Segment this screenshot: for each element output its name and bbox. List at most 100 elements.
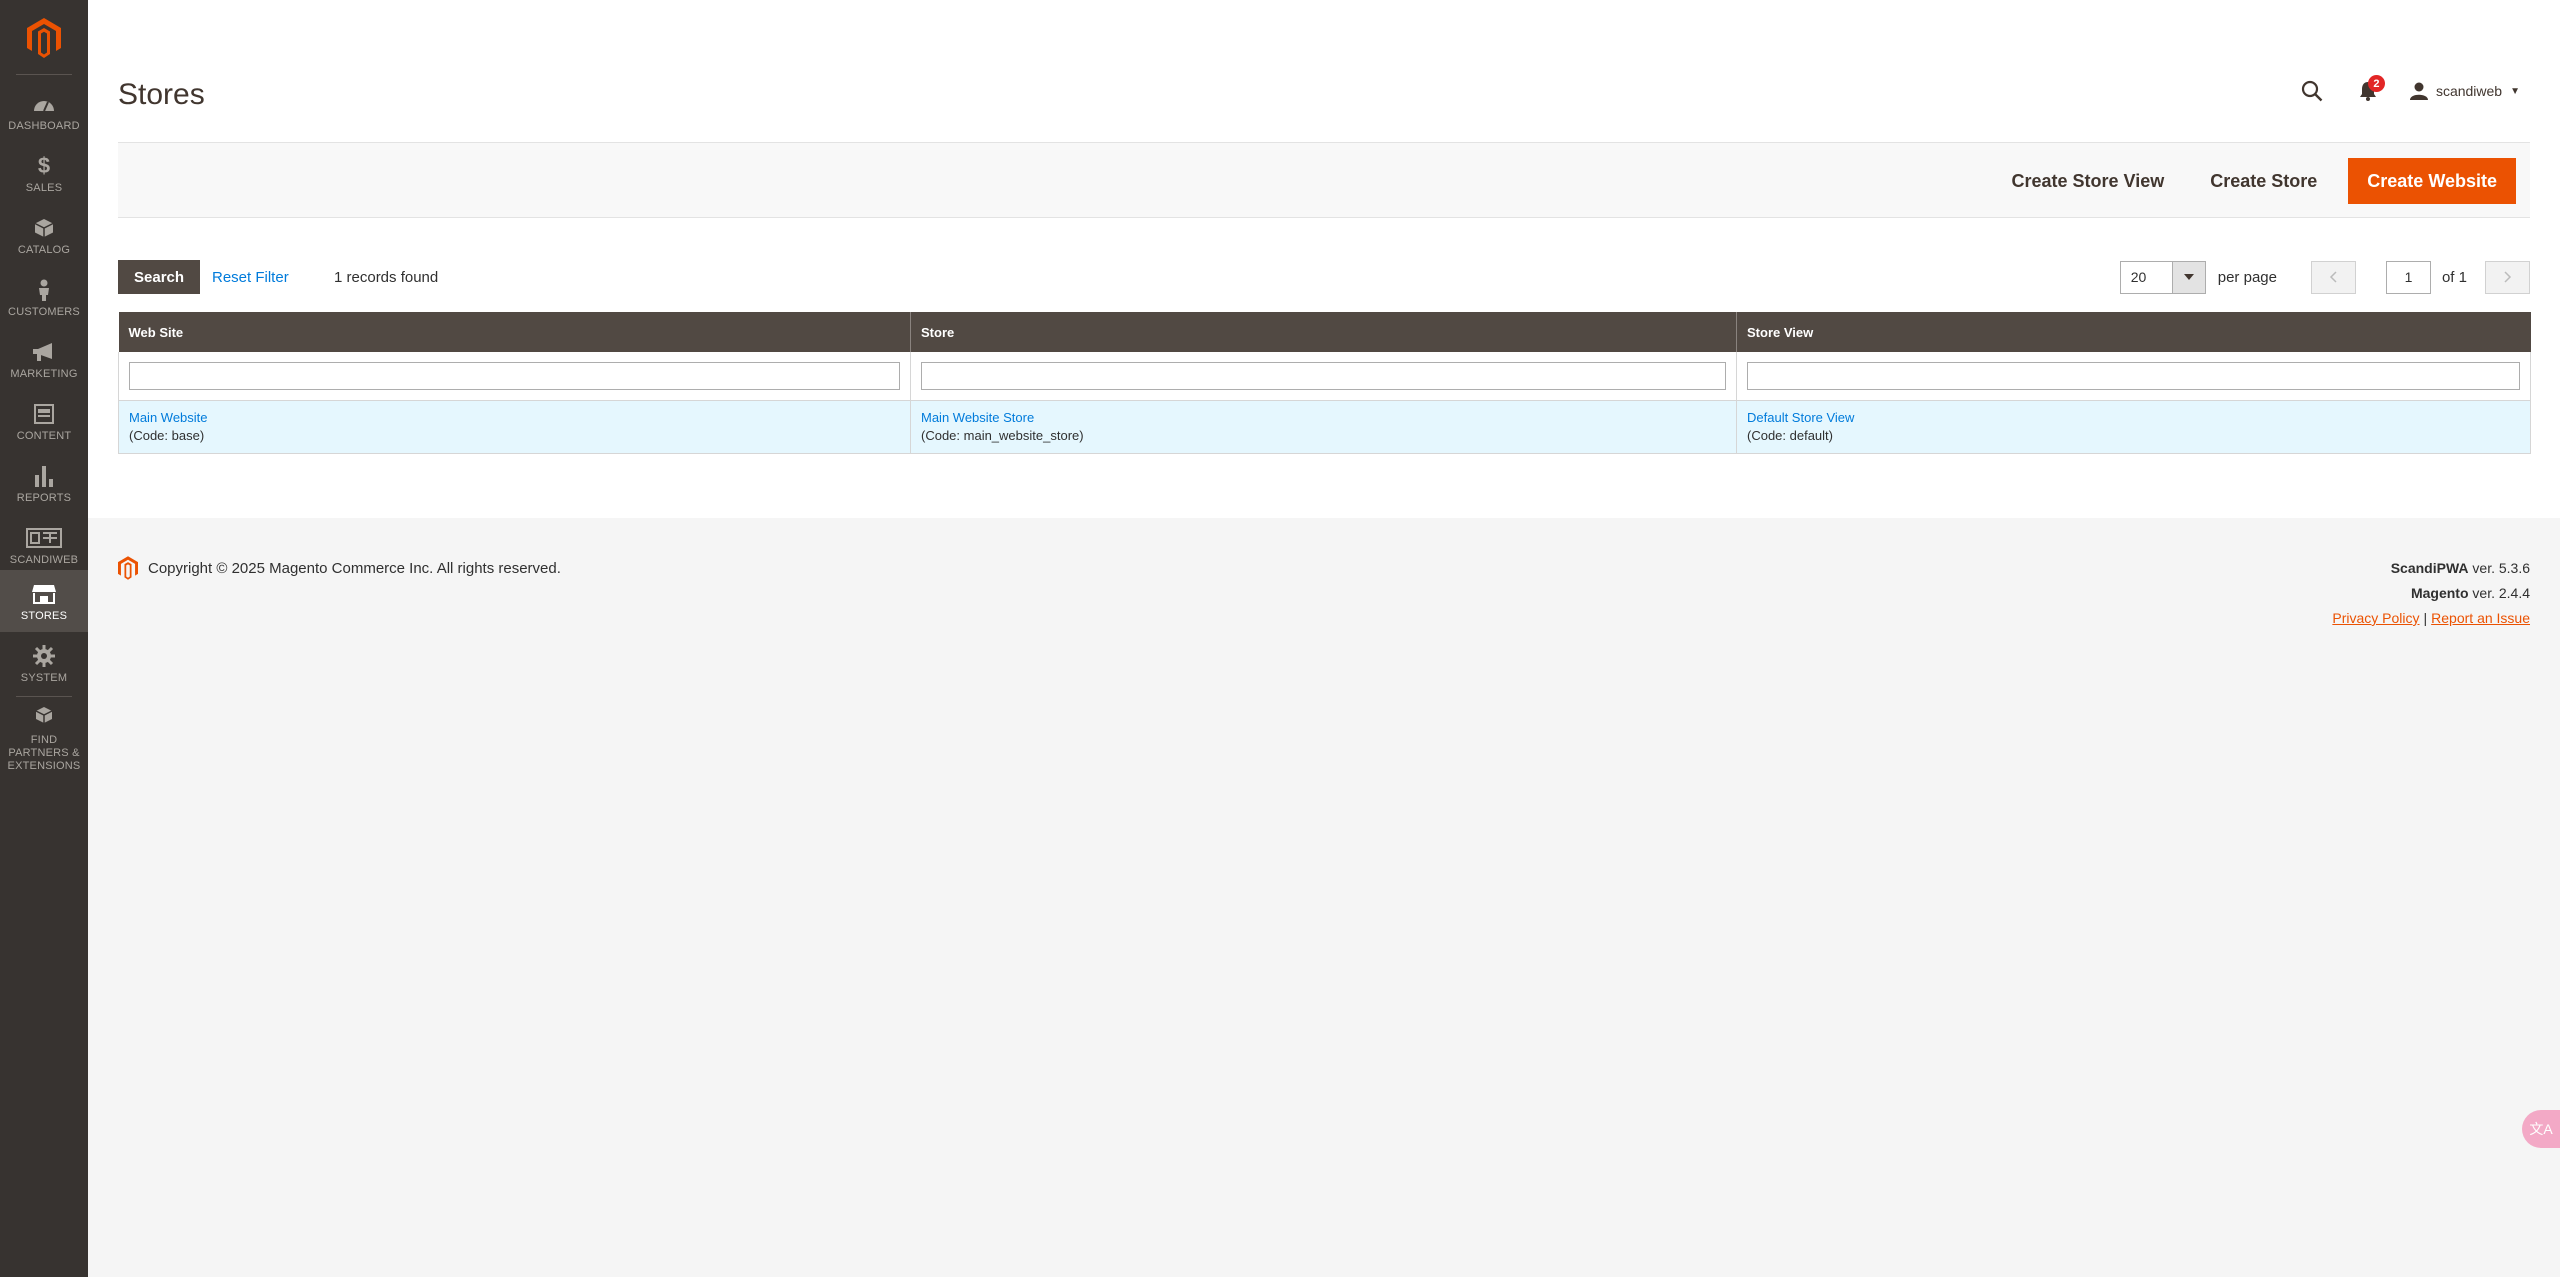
page-title: Stores — [118, 78, 205, 111]
page-actions-bar: Create Store View Create Store Create We… — [118, 142, 2530, 218]
magento-logo-icon — [118, 556, 138, 580]
next-page-button[interactable] — [2485, 260, 2530, 294]
copyright: Copyright © 2025 Magento Commerce Inc. A… — [118, 556, 561, 580]
sidebar-item-label: Customers — [8, 305, 80, 318]
per-page-select[interactable]: 20 — [2119, 260, 2206, 294]
sidebar-item-label: Reports — [16, 491, 72, 504]
dashboard-icon — [33, 90, 55, 118]
cube-icon — [34, 214, 54, 242]
web-site-cell: Main Website (Code: base) — [118, 399, 911, 454]
store-code: (Code: main_website_store) — [921, 427, 1084, 443]
chevron-left-icon — [2330, 271, 2337, 283]
search-button[interactable]: Search — [118, 260, 201, 294]
magento-version: Magento ver. 2.4.4 — [2332, 581, 2530, 606]
sidebar-item-find-partners[interactable]: Find Partners & Extensions — [0, 700, 88, 776]
filter-cell — [118, 352, 911, 400]
store-view-cell: Default Store View (Code: default) — [1736, 399, 2531, 454]
table-row: Main Website (Code: base) Main Website S… — [118, 399, 2531, 454]
notifications-button[interactable]: 2 — [2346, 75, 2390, 101]
sidebar-item-customers[interactable]: Customers — [0, 266, 88, 328]
sidebar-item-label: ScandiWeb — [9, 553, 79, 566]
report-issue-link[interactable]: Report an Issue — [2431, 610, 2530, 626]
sidebar-item-label: Find Partners & Extensions — [7, 733, 81, 772]
column-header-store[interactable]: Store — [910, 312, 1737, 352]
web-site-link[interactable]: Main Website — [129, 410, 208, 425]
boxes-icon — [32, 704, 56, 732]
sidebar-item-label: Catalog — [17, 243, 71, 256]
sidebar-item-label: Stores — [20, 609, 68, 622]
store-view-code: (Code: default) — [1747, 427, 1833, 443]
copyright-text: Copyright © 2025 Magento Commerce Inc. A… — [148, 559, 561, 577]
sidebar-divider — [16, 696, 72, 697]
filter-cell — [1736, 352, 2531, 400]
privacy-policy-link[interactable]: Privacy Policy — [2332, 610, 2419, 626]
previous-page-button[interactable] — [2310, 260, 2356, 294]
logo-divider — [16, 74, 72, 75]
chevron-down-icon: ▼ — [2510, 85, 2520, 97]
footer-links: Privacy Policy | Report an Issue — [2332, 606, 2530, 631]
scandipwa-name: ScandiPWA — [2390, 560, 2469, 576]
web-site-code: (Code: base) — [129, 427, 205, 443]
sidebar-item-stores[interactable]: Stores — [0, 570, 88, 632]
notification-count-badge: 2 — [2367, 75, 2385, 92]
search-icon — [2301, 80, 2323, 102]
store-link[interactable]: Main Website Store — [921, 410, 1034, 425]
bar-chart-icon — [34, 462, 54, 490]
magento-logo[interactable] — [0, 0, 88, 76]
dollar-icon: $ — [37, 152, 51, 178]
page-number-input[interactable] — [2385, 260, 2431, 294]
per-page-dropdown-toggle[interactable] — [2171, 261, 2205, 293]
sidebar-item-reports[interactable]: Reports — [0, 452, 88, 514]
store-filter-input[interactable] — [921, 361, 1726, 390]
magento-logo-icon — [27, 18, 61, 58]
sidebar-item-catalog[interactable]: Catalog — [0, 204, 88, 266]
magento-name: Magento — [2410, 585, 2469, 601]
reset-filter-link[interactable]: Reset Filter — [212, 260, 289, 294]
records-found-count: 1 records found — [334, 268, 439, 286]
column-header-store-view[interactable]: Store View — [1736, 312, 2531, 352]
sidebar-item-label: System — [20, 671, 68, 684]
sidebar-item-label: Dashboard — [8, 119, 80, 132]
web-site-filter-input[interactable] — [129, 361, 900, 390]
main-content: Stores 2 scandiweb ▼ Create Store View C… — [88, 0, 2560, 1277]
per-page-value: 20 — [2130, 269, 2147, 285]
grid-filter-row — [118, 352, 2531, 400]
sidebar-item-system[interactable]: System — [0, 632, 88, 694]
create-website-button[interactable]: Create Website — [2348, 158, 2516, 204]
sidebar-item-dashboard[interactable]: Dashboard — [0, 80, 88, 142]
create-store-button[interactable]: Create Store — [2187, 159, 2340, 204]
grid-header-row: Web Site Store Store View — [118, 312, 2531, 352]
magento-version-number: ver. 2.4.4 — [2472, 585, 2530, 601]
store-view-link[interactable]: Default Store View — [1747, 410, 1854, 425]
scandipwa-version: ScandiPWA ver. 5.3.6 — [2332, 556, 2530, 581]
user-account-menu[interactable]: scandiweb ▼ — [2409, 82, 2520, 100]
global-search-button[interactable] — [2292, 80, 2332, 102]
gear-icon — [33, 642, 55, 670]
sidebar-item-label: Content — [16, 429, 72, 442]
column-header-web-site[interactable]: Web Site — [118, 312, 911, 352]
store-cell: Main Website Store (Code: main_website_s… — [910, 399, 1737, 454]
layout-icon — [34, 400, 54, 428]
user-icon — [2409, 82, 2428, 100]
admin-sidebar: Dashboard $ Sales Catalog Customers Mark… — [0, 0, 88, 1277]
person-icon — [37, 276, 51, 304]
sidebar-item-marketing[interactable]: Marketing — [0, 328, 88, 390]
create-store-view-button[interactable]: Create Store View — [1988, 159, 2187, 204]
triangle-down-icon — [2183, 274, 2194, 280]
store-view-filter-input[interactable] — [1747, 361, 2520, 390]
translate-icon[interactable]: 文A — [2522, 1110, 2560, 1148]
chevron-right-icon — [2503, 271, 2511, 283]
scandipwa-version-number: ver. 5.3.6 — [2472, 560, 2530, 576]
sidebar-item-content[interactable]: Content — [0, 390, 88, 452]
storefront-icon — [32, 580, 56, 608]
scandiweb-icon — [26, 524, 62, 552]
per-page-label: per page — [2217, 268, 2277, 286]
stores-grid: Web Site Store Store View Main Website (… — [118, 312, 2531, 454]
sidebar-item-scandiweb[interactable]: ScandiWeb — [0, 514, 88, 576]
pagination: 20 per page of 1 — [2119, 260, 2530, 294]
grid-toolbar: Search Reset Filter 1 records found 20 p… — [118, 260, 2530, 294]
page-total-label: of 1 — [2441, 268, 2467, 286]
page-action-buttons: Create Store View Create Store Create We… — [1988, 158, 2516, 204]
header-actions: 2 scandiweb ▼ — [2292, 75, 2520, 106]
sidebar-item-sales[interactable]: $ Sales — [0, 142, 88, 204]
